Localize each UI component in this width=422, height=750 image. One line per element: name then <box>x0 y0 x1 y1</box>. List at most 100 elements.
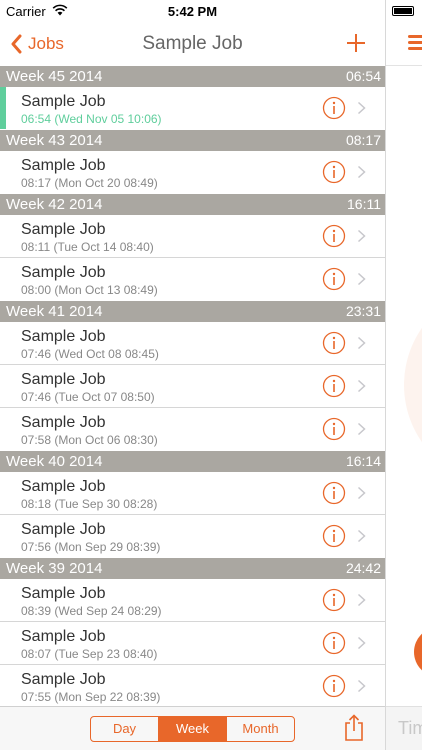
entry-duration: 08:07 (Tue Sep 23 08:40) <box>21 647 158 661</box>
entry-row[interactable]: Sample Job 07:46 (Tue Oct 07 08:50) <box>0 365 385 408</box>
info-circle-icon[interactable] <box>322 331 346 355</box>
week-total: 16:11 <box>347 196 381 212</box>
share-icon[interactable] <box>344 714 364 742</box>
week-header: Week 43 2014 08:17 <box>0 130 385 151</box>
side-panel-header <box>386 0 422 66</box>
chevron-right-icon <box>357 679 366 693</box>
week-header: Week 42 2014 16:11 <box>0 194 385 215</box>
bottom-toolbar: Day Week Month <box>0 706 385 750</box>
week-header: Week 39 2014 24:42 <box>0 558 385 579</box>
entry-row[interactable]: Sample Job 07:46 (Wed Oct 08 08:45) <box>0 322 385 365</box>
segment-month[interactable]: Month <box>226 717 294 741</box>
battery-icon <box>392 6 414 16</box>
chevron-right-icon <box>357 486 366 500</box>
entry-duration: 08:00 (Mon Oct 13 08:49) <box>21 283 158 297</box>
info-circle-icon[interactable] <box>322 374 346 398</box>
entry-job-name: Sample Job <box>21 221 106 238</box>
timer-button[interactable] <box>414 627 422 677</box>
chevron-right-icon <box>357 529 366 543</box>
entry-job-name: Sample Job <box>21 157 106 174</box>
chevron-right-icon <box>357 272 366 286</box>
entry-duration: 07:55 (Mon Sep 22 08:39) <box>21 690 161 704</box>
entry-row[interactable]: Sample Job 07:58 (Mon Oct 06 08:30) <box>0 408 385 451</box>
entry-row[interactable]: Sample Job 08:00 (Mon Oct 13 08:49) <box>0 258 385 301</box>
week-total: 16:14 <box>345 453 381 469</box>
chevron-right-icon <box>357 636 366 650</box>
chevron-right-icon <box>357 593 366 607</box>
info-circle-icon[interactable] <box>322 96 346 120</box>
entry-duration: 08:39 (Wed Sep 24 08:29) <box>21 604 162 618</box>
info-circle-icon[interactable] <box>322 588 346 612</box>
info-circle-icon[interactable] <box>322 524 346 548</box>
info-circle-icon[interactable] <box>322 267 346 291</box>
entry-job-name: Sample Job <box>21 93 106 110</box>
entry-duration: 07:56 (Mon Sep 29 08:39) <box>21 540 161 554</box>
entry-row[interactable]: Sample Job 07:56 (Mon Sep 29 08:39) <box>0 515 385 558</box>
chevron-right-icon <box>357 165 366 179</box>
chevron-right-icon <box>357 229 366 243</box>
entry-duration: 08:11 (Tue Oct 14 08:40) <box>21 240 154 254</box>
entry-duration: 07:58 (Mon Oct 06 08:30) <box>21 433 158 447</box>
week-total: 08:17 <box>345 132 381 148</box>
active-indicator <box>0 87 6 129</box>
entry-row[interactable]: Sample Job 08:17 (Mon Oct 20 08:49) <box>0 151 385 194</box>
side-panel: Tim <box>385 0 422 750</box>
entry-job-name: Sample Job <box>21 671 106 688</box>
info-circle-icon[interactable] <box>322 481 346 505</box>
entry-row[interactable]: Sample Job 08:07 (Tue Sep 23 08:40) <box>0 622 385 665</box>
chevron-right-icon <box>357 379 366 393</box>
entry-job-name: Sample Job <box>21 371 106 388</box>
week-label: Week 45 2014 <box>6 68 103 85</box>
side-panel-field[interactable]: Tim <box>386 706 422 750</box>
hamburger-menu-icon[interactable] <box>408 35 422 51</box>
entry-duration: 06:54 (Wed Nov 05 10:06) <box>21 112 162 126</box>
week-header: Week 40 2014 16:14 <box>0 451 385 472</box>
plus-icon[interactable] <box>345 32 367 54</box>
week-label: Week 43 2014 <box>6 132 103 149</box>
week-header: Week 41 2014 23:31 <box>0 301 385 322</box>
clock: 5:42 PM <box>167 4 218 19</box>
entry-job-name: Sample Job <box>21 478 106 495</box>
entry-row[interactable]: Sample Job 06:54 (Wed Nov 05 10:06) <box>0 87 385 130</box>
week-total: 23:31 <box>345 303 381 319</box>
week-label: Week 40 2014 <box>6 453 103 470</box>
week-header: Week 45 2014 06:54 <box>0 66 385 87</box>
entry-row[interactable]: Sample Job 08:18 (Tue Sep 30 08:28) <box>0 472 385 515</box>
chevron-right-icon <box>357 336 366 350</box>
week-label: Week 39 2014 <box>6 560 103 577</box>
entry-job-name: Sample Job <box>21 628 106 645</box>
entry-row[interactable]: Sample Job 07:55 (Mon Sep 22 08:39) <box>0 665 385 706</box>
timer-circle <box>404 285 422 485</box>
week-label: Week 41 2014 <box>6 303 103 320</box>
entry-job-name: Sample Job <box>21 521 106 538</box>
chevron-right-icon <box>357 422 366 436</box>
entry-duration: 08:18 (Tue Sep 30 08:28) <box>21 497 158 511</box>
side-panel-field-text: Tim <box>398 718 422 738</box>
week-total: 06:54 <box>345 68 381 84</box>
info-circle-icon[interactable] <box>322 417 346 441</box>
info-circle-icon[interactable] <box>322 674 346 698</box>
entry-job-name: Sample Job <box>21 328 106 345</box>
entry-row[interactable]: Sample Job 08:11 (Tue Oct 14 08:40) <box>0 215 385 258</box>
entries-list[interactable]: Week 45 2014 06:54 Sample Job 06:54 (Wed No… <box>0 66 385 706</box>
entry-duration: 07:46 (Tue Oct 07 08:50) <box>21 390 155 404</box>
entry-row[interactable]: Sample Job 08:39 (Wed Sep 24 08:29) <box>0 579 385 622</box>
page-title: Sample Job <box>142 33 243 54</box>
week-label: Week 42 2014 <box>6 196 103 213</box>
info-circle-icon[interactable] <box>322 160 346 184</box>
segment-day[interactable]: Day <box>91 717 158 741</box>
navigation-bar: Jobs Sample Job <box>0 22 385 66</box>
info-circle-icon[interactable] <box>322 631 346 655</box>
status-bar: Carrier 5:42 PM <box>0 0 385 22</box>
period-segmented-control[interactable]: Day Week Month <box>90 716 295 742</box>
entry-job-name: Sample Job <box>21 414 106 431</box>
segment-week[interactable]: Week <box>158 717 226 741</box>
entry-duration: 08:17 (Mon Oct 20 08:49) <box>21 176 158 190</box>
chevron-right-icon <box>357 101 366 115</box>
week-total: 24:42 <box>345 560 381 576</box>
info-circle-icon[interactable] <box>322 224 346 248</box>
entry-job-name: Sample Job <box>21 264 106 281</box>
entry-duration: 07:46 (Wed Oct 08 08:45) <box>21 347 159 361</box>
entry-job-name: Sample Job <box>21 585 106 602</box>
job-detail-screen: Carrier 5:42 PM Jobs Sample Job Week 45 … <box>0 0 385 750</box>
